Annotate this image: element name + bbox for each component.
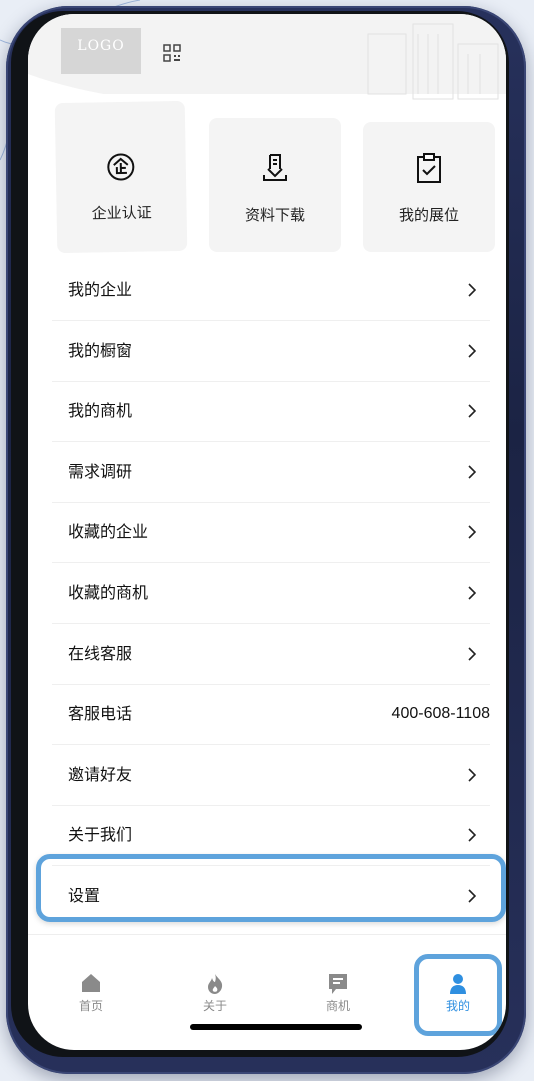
chevron-right-icon — [468, 465, 476, 479]
menu-item-label: 我的企业 — [68, 280, 133, 299]
menu-item-favorite-opportunities[interactable]: 收藏的商机 — [52, 563, 490, 624]
menu-item-my-showcase[interactable]: 我的橱窗 — [52, 321, 490, 382]
mine-tab-highlight — [414, 954, 502, 1036]
chevron-right-icon — [468, 404, 476, 418]
menu-item-label: 邀请好友 — [68, 765, 133, 784]
document-download-card[interactable]: 资料下载 — [209, 118, 341, 252]
menu-item-label: 我的商机 — [68, 401, 133, 420]
card-label: 企业认证 — [91, 203, 152, 223]
menu-item-my-enterprise[interactable]: 我的企业 — [52, 260, 490, 321]
menu-item-favorite-enterprises[interactable]: 收藏的企业 — [52, 502, 490, 563]
tab-home[interactable]: 首页 — [41, 935, 141, 1025]
menu-item-label: 在线客服 — [68, 644, 133, 663]
enterprise-certification-card[interactable]: 企业认证 — [54, 100, 188, 254]
settings-highlight — [36, 854, 506, 922]
tab-label: 关于 — [202, 999, 227, 1013]
home-icon — [82, 974, 100, 992]
app-screen: LOGO 企业认证 资料下载 我的展位 我的企业 我的橱窗 我的商机 需求调研 … — [28, 14, 506, 1050]
logo: LOGO — [61, 28, 141, 74]
tab-label: 首页 — [78, 999, 103, 1013]
menu-item-my-opportunities[interactable]: 我的商机 — [52, 381, 490, 442]
menu-item-label: 客服电话 — [68, 704, 133, 723]
message-list-icon — [329, 974, 347, 994]
chevron-right-icon — [468, 283, 476, 297]
home-indicator[interactable] — [190, 1024, 362, 1030]
menu-item-label: 收藏的商机 — [68, 583, 149, 602]
document-download-icon — [263, 154, 287, 181]
flame-icon — [208, 974, 223, 994]
service-phone-number: 400-608-1108 — [391, 705, 490, 722]
my-booth-card[interactable]: 我的展位 — [363, 122, 495, 252]
menu-item-label: 我的橱窗 — [68, 341, 133, 360]
chevron-right-icon — [468, 344, 476, 358]
card-label: 我的展位 — [398, 206, 459, 224]
menu-item-invite-friends[interactable]: 邀请好友 — [52, 745, 490, 806]
tab-about[interactable]: 关于 — [165, 935, 265, 1025]
qrcode-icon[interactable] — [163, 44, 181, 62]
enterprise-certification-icon — [107, 153, 135, 181]
tab-opportunities[interactable]: 商机 — [288, 935, 388, 1025]
menu-item-service-phone[interactable]: 客服电话 400-608-1108 — [52, 684, 490, 745]
chevron-right-icon — [468, 525, 476, 539]
menu-item-label: 收藏的企业 — [68, 522, 149, 541]
chevron-right-icon — [468, 768, 476, 782]
chevron-right-icon — [468, 586, 476, 600]
menu-item-demand-survey[interactable]: 需求调研 — [52, 442, 490, 503]
menu-item-online-service[interactable]: 在线客服 — [52, 624, 490, 685]
menu-item-label: 需求调研 — [68, 462, 133, 481]
tab-label: 商机 — [325, 999, 350, 1013]
clipboard-check-icon — [417, 153, 441, 183]
chevron-right-icon — [468, 647, 476, 661]
quick-actions: 企业认证 资料下载 我的展位 — [28, 100, 506, 254]
chevron-right-icon — [468, 828, 476, 842]
card-label: 资料下载 — [244, 206, 305, 224]
